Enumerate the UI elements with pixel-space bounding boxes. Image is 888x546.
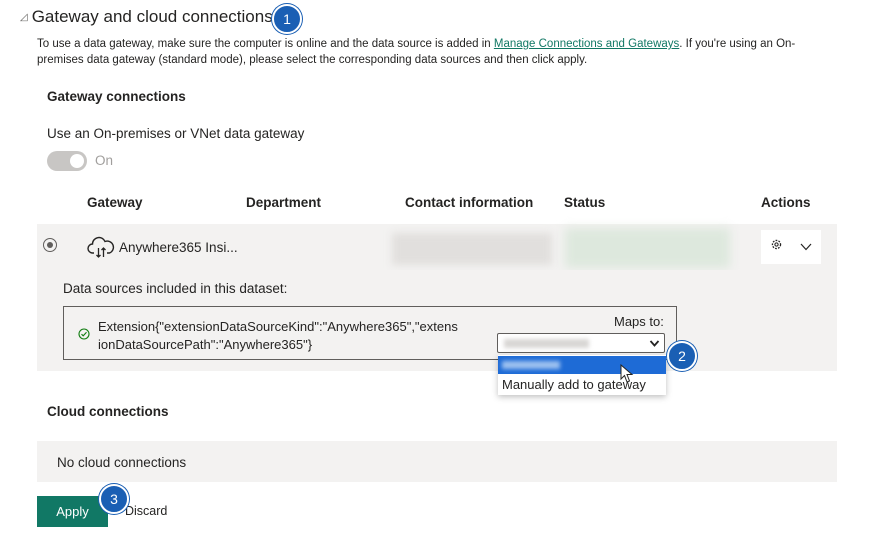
mouse-cursor-icon — [620, 363, 634, 389]
section-header[interactable]: ◿ Gateway and cloud connections — [20, 7, 273, 27]
callout-badge-2: 2 — [667, 341, 697, 371]
no-cloud-connections-text: No cloud connections — [57, 455, 187, 470]
column-header-department: Department — [246, 195, 322, 210]
chevron-down-icon[interactable] — [649, 336, 660, 355]
gateway-connections-heading: Gateway connections — [47, 89, 186, 104]
maps-to-dropdown-list: Manually add to gateway — [498, 355, 666, 395]
section-description: To use a data gateway, make sure the com… — [37, 38, 796, 66]
selected-value-redacted — [504, 339, 589, 348]
section-title: Gateway and cloud connections — [31, 7, 273, 26]
callout-badge-1: 1 — [272, 4, 302, 34]
check-circle-icon — [78, 327, 90, 345]
gateway-name: Anywhere365 Insi... — [119, 240, 238, 255]
column-header-actions: Actions — [761, 195, 811, 210]
collapse-triangle-icon[interactable]: ◿ — [20, 12, 28, 23]
manage-connections-link[interactable]: Manage Connections and Gateways — [494, 38, 679, 50]
status-redacted — [565, 228, 730, 268]
callout-badge-3: 3 — [99, 484, 129, 514]
gateway-toggle[interactable] — [47, 151, 87, 171]
discard-button[interactable]: Discard — [125, 504, 167, 518]
gateway-toggle-question: Use an On-premises or VNet data gateway — [47, 126, 305, 141]
dropdown-option-selected[interactable] — [498, 356, 666, 374]
datasources-label: Data sources included in this dataset: — [63, 281, 288, 296]
maps-to-label: Maps to: — [614, 314, 664, 329]
row-actions — [761, 230, 821, 264]
column-header-gateway: Gateway — [87, 195, 143, 210]
datasource-text: Extension{"extensionDataSourceKind":"Any… — [98, 319, 458, 352]
contact-information-redacted — [392, 233, 552, 265]
gear-icon[interactable] — [770, 238, 783, 256]
gateway-radio[interactable] — [43, 238, 57, 252]
cloud-connections-heading: Cloud connections — [47, 404, 169, 419]
chevron-down-icon[interactable] — [800, 238, 812, 256]
column-header-status: Status — [564, 195, 606, 210]
apply-button[interactable]: Apply — [37, 496, 108, 527]
toggle-state-label: On — [95, 153, 114, 168]
maps-to-select[interactable] — [497, 333, 665, 353]
cloud-gateway-icon — [87, 234, 115, 265]
column-header-contact: Contact information — [405, 195, 534, 210]
